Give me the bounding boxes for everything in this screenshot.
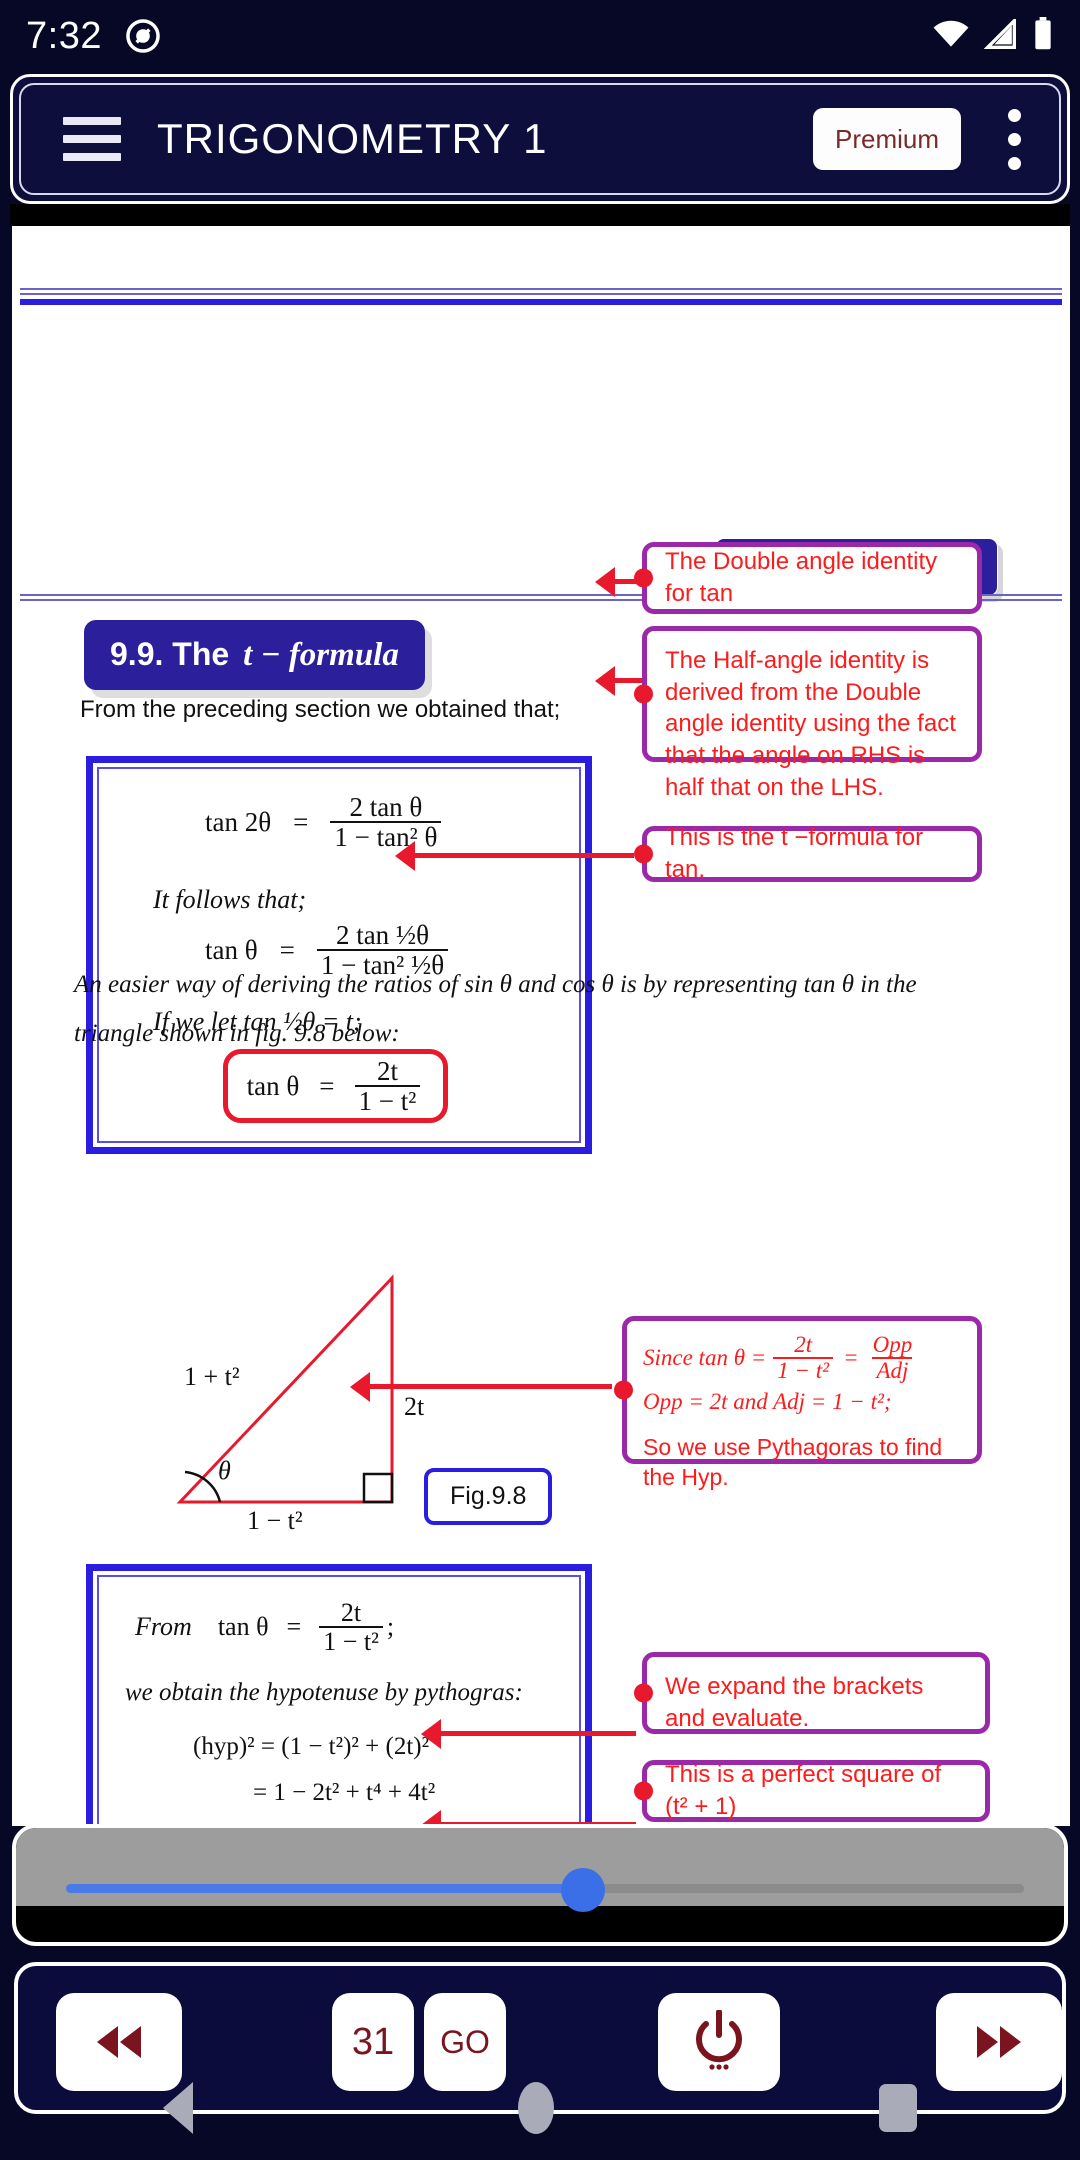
callout-perfect-square: This is a perfect square of (t² + 1) bbox=[634, 1760, 990, 1822]
arrow-to-figure-callout bbox=[367, 1384, 612, 1389]
equals-sign: = bbox=[843, 1344, 859, 1370]
arrow-to-callout-3 bbox=[412, 853, 634, 858]
derivation-step-2: = 1 − 2t² + t⁴ + 4t² bbox=[253, 1779, 436, 1806]
callout-text: We expand the brackets and evaluate. bbox=[665, 1673, 924, 1732]
header-rules bbox=[12, 288, 1070, 305]
from-fraction: 2t 1 − t² bbox=[319, 1599, 383, 1656]
figure-label-adjacent: 1 − t² bbox=[247, 1506, 303, 1535]
lead-text: From the preceding section we obtained t… bbox=[80, 696, 561, 723]
callout-formula-line: Since tan θ = 2t 1 − t² = Opp Adj bbox=[643, 1332, 961, 1383]
eq3-lhs: tan θ bbox=[246, 1070, 300, 1101]
eq2-lhs: tan θ bbox=[205, 934, 258, 965]
callout-anchor-dot bbox=[614, 1380, 633, 1400]
opp-adj-fraction-2: Opp Adj bbox=[869, 1332, 917, 1383]
battery-icon bbox=[1032, 16, 1054, 56]
eq1-denominator: 1 − tan² θ bbox=[330, 821, 442, 852]
paragraph-line-2: triangle shown in fig. 9.8 below: bbox=[74, 1020, 400, 1047]
cellular-signal-icon bbox=[983, 16, 1018, 54]
wifi-icon bbox=[932, 19, 970, 54]
section-math-label: t − formula bbox=[243, 637, 399, 673]
eq1-numerator: 2 tan θ bbox=[349, 792, 423, 822]
seek-bar-thumb[interactable] bbox=[561, 1868, 606, 1912]
page-seek-bar[interactable] bbox=[12, 1824, 1068, 1946]
from-lhs: tan θ bbox=[217, 1612, 269, 1642]
callout-text: This is the t −formula for tan. bbox=[665, 824, 924, 883]
android-navigation-bar bbox=[0, 2056, 1080, 2160]
frac-den: 1 − t² bbox=[319, 1626, 383, 1656]
app-bar-frame: TRIGONOMETRY 1 Premium bbox=[10, 74, 1070, 204]
callout-opp-adj-line: Opp = 2t and Adj = 1 − t²; bbox=[643, 1389, 892, 1415]
callout-double-angle: The Double angle identity for tan bbox=[634, 542, 982, 614]
eq3-fraction: 2t 1 − t² bbox=[354, 1055, 421, 1116]
from-semicolon: ; bbox=[386, 1612, 395, 1642]
callout-t-formula: This is the t −formula for tan. bbox=[634, 824, 982, 883]
eq3-numerator: 2t bbox=[376, 1055, 398, 1086]
paragraph-line-1: An easier way of deriving the ratios of … bbox=[74, 971, 917, 998]
frac-num: 2t bbox=[794, 1332, 813, 1357]
figure-caption: Fig.9.8 bbox=[424, 1468, 553, 1525]
callout-pythagoras: Since tan θ = 2t 1 − t² = Opp Adj Opp = … bbox=[614, 1316, 982, 1490]
opp-adj-fraction-1: 2t 1 − t² bbox=[773, 1332, 834, 1383]
eq3-denominator: 1 − t² bbox=[354, 1085, 421, 1115]
section-number: 9.9. The bbox=[110, 636, 230, 672]
callout-expand-brackets: We expand the brackets and evaluate. bbox=[634, 1652, 990, 1734]
frac-den: Adj bbox=[872, 1357, 913, 1383]
derivation-step-1: (hyp)² = (1 − t²)² + (2t)² bbox=[193, 1733, 430, 1760]
seek-bar-fill bbox=[66, 1884, 584, 1893]
it-follows-text: It follows that; bbox=[153, 885, 307, 914]
figure-label-opposite: 2t bbox=[404, 1392, 425, 1421]
figure-label-angle: θ bbox=[218, 1456, 231, 1485]
section-title-wrap: 9.9. The t − formula bbox=[84, 620, 425, 690]
callout-pythagoras-line: So we use Pythagoras to find the Hyp. bbox=[643, 1433, 943, 1490]
status-bar-icons bbox=[932, 16, 1054, 56]
callout-anchor-dot bbox=[634, 1781, 653, 1801]
callout-half-angle: The Half-angle identity is derived from … bbox=[634, 626, 982, 801]
document-page[interactable]: 09. Trigonometry 1 9.9. The t − formula … bbox=[12, 226, 1070, 1826]
callout-anchor-dot bbox=[634, 1683, 653, 1703]
eq3-equals: = bbox=[319, 1070, 335, 1101]
back-icon[interactable] bbox=[162, 2082, 193, 2134]
formula-box-1: tan 2θ = 2 tan θ 1 − tan² θ It follows t… bbox=[86, 756, 592, 1154]
camera-privacy-icon bbox=[124, 17, 162, 55]
app-bar: TRIGONOMETRY 1 Premium bbox=[19, 83, 1061, 195]
formula-box-2: From tan θ = 2t 1 − t² ; we obtain the h… bbox=[86, 1564, 592, 1826]
frac-den: 1 − t² bbox=[773, 1357, 834, 1383]
top-black-gap bbox=[10, 204, 1070, 226]
status-bar-clock: 7:32 bbox=[26, 14, 102, 57]
t-formula-highlight-box: tan θ = 2t 1 − t² bbox=[223, 1049, 448, 1123]
callout-anchor-dot bbox=[634, 568, 653, 588]
recents-icon[interactable] bbox=[879, 2084, 918, 2132]
page-title: TRIGONOMETRY 1 bbox=[157, 115, 548, 162]
figure-label-hypotenuse: 1 + t² bbox=[184, 1362, 240, 1391]
from-line: From tan θ = 2t 1 − t² ; bbox=[135, 1599, 394, 1656]
eq2-equals: = bbox=[279, 934, 295, 965]
eq2-numerator: 2 tan ½θ bbox=[335, 920, 430, 950]
seek-bar-background bbox=[16, 1828, 1064, 1906]
callout-text: The Half-angle identity is derived from … bbox=[665, 647, 956, 801]
home-icon[interactable] bbox=[517, 2082, 554, 2134]
from-prefix: From bbox=[135, 1612, 192, 1642]
frac-num: 2t bbox=[340, 1598, 362, 1627]
premium-button[interactable]: Premium bbox=[812, 108, 961, 170]
equation-t-formula: tan θ = 2t 1 − t² bbox=[246, 1055, 425, 1116]
callout-text: This is a perfect square of (t² + 1) bbox=[665, 1761, 942, 1820]
since-prefix: Since tan θ = bbox=[643, 1344, 767, 1370]
status-bar: 7:32 bbox=[0, 0, 1080, 72]
eq1-lhs: tan 2θ bbox=[205, 806, 272, 837]
callout-anchor-dot bbox=[634, 844, 653, 864]
arrow-to-callout-expand bbox=[438, 1731, 636, 1736]
frac-num: Opp bbox=[872, 1332, 913, 1357]
callout-text: The Double angle identity for tan bbox=[665, 548, 938, 607]
eq1-fraction: 2 tan θ 1 − tan² θ bbox=[330, 792, 442, 852]
phone-screen: 7:32 TRIGONOMETRY 1 Premium 9.9. The t −… bbox=[0, 0, 1080, 2160]
eq1-equals: = bbox=[293, 806, 309, 837]
callout-anchor-dot bbox=[634, 684, 653, 704]
obtain-hypotenuse-line: we obtain the hypotenuse by pythogras: bbox=[125, 1679, 523, 1706]
hamburger-menu-icon[interactable] bbox=[63, 117, 121, 161]
section-title: 9.9. The t − formula bbox=[84, 620, 425, 690]
from-equals: = bbox=[286, 1612, 302, 1642]
kebab-menu-icon[interactable] bbox=[989, 108, 1039, 170]
